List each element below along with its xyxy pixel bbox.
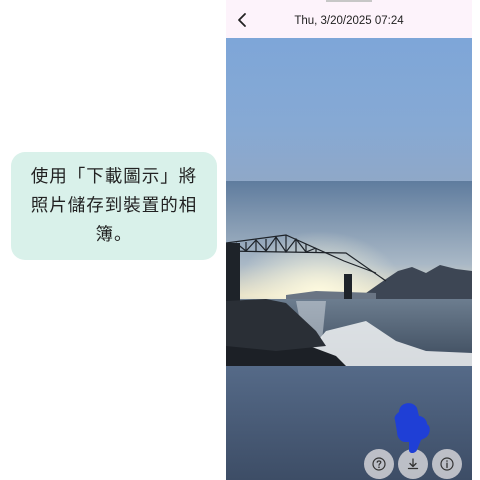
viewer-top-bar: Thu, 3/20/2025 07:24 (226, 0, 472, 38)
info-icon (440, 457, 454, 471)
pointing-hand-icon (394, 403, 430, 453)
question-circle-icon (372, 457, 386, 471)
photo-background-top (226, 38, 472, 181)
tutorial-callout: 使用「下載圖示」將照片儲存到裝置的相簿。 (11, 152, 217, 260)
photo-timestamp: Thu, 3/20/2025 07:24 (294, 15, 404, 27)
tutorial-callout-text: 使用「下載圖示」將照片儲存到裝置的相簿。 (30, 166, 198, 245)
status-notch (326, 0, 372, 2)
info-button[interactable] (432, 449, 462, 479)
photo-viewer-screen: Thu, 3/20/2025 07:24 (226, 0, 472, 480)
photo-image (226, 181, 472, 366)
download-icon (407, 458, 419, 470)
